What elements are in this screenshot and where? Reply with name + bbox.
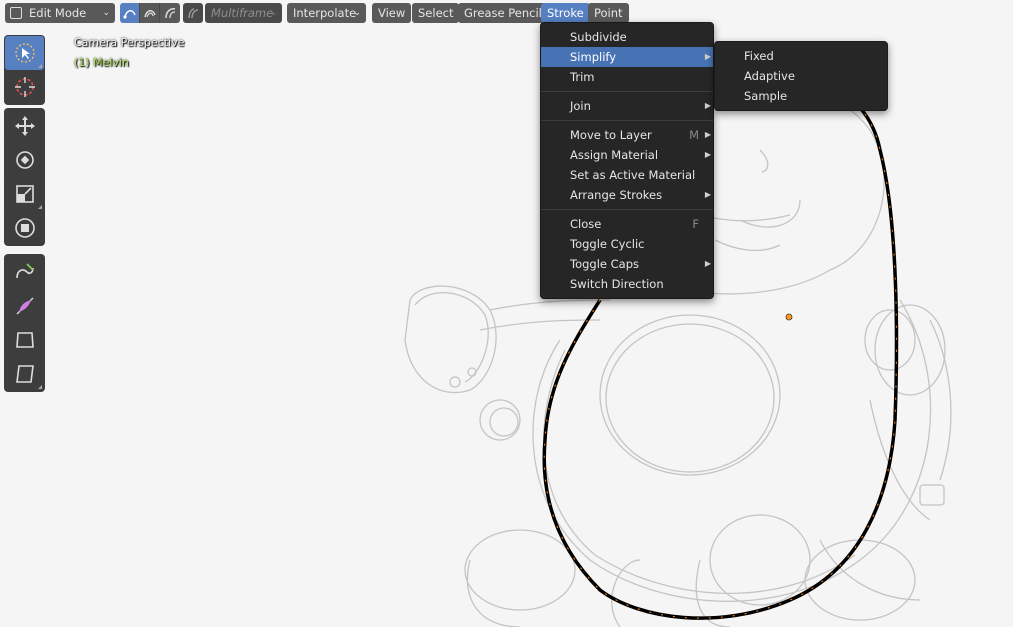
tool-variants-indicator [38,385,42,389]
menu-item-sample[interactable]: Sample [715,86,887,106]
multiframe-dropdown: Multiframe ⌄ [205,3,282,23]
mode-dropdown[interactable]: Edit Mode ⌄ [5,3,115,23]
chevron-down-icon: ⌄ [269,8,277,18]
menu-item-label: Set as Active Material [570,168,696,182]
scale-icon [15,185,34,203]
tool-rotate[interactable] [5,143,44,177]
edit-mode-icon [10,7,22,19]
camera-perspective-label: Camera Perspective [74,36,185,49]
select-box-icon [14,43,35,63]
toolbar-group-deform [4,254,45,392]
multiframe-toggle-group[interactable] [183,3,203,23]
segment-select-icon[interactable] [160,3,180,23]
menu-item-trim[interactable]: Trim [541,67,713,87]
menu-select[interactable]: Select [412,3,460,23]
menu-item-label: Join [570,99,591,113]
menu-item-label: Adaptive [744,69,795,83]
tool-variants-indicator [38,64,42,68]
menu-item-label: Fixed [744,49,774,63]
menu-item-adaptive[interactable]: Adaptive [715,66,887,86]
menu-stroke[interactable]: Stroke [541,3,590,23]
tool-to-sphere[interactable] [5,323,44,357]
menu-separator [541,120,713,121]
menu-item-toggle-cyclic[interactable]: Toggle Cyclic [541,234,713,254]
menu-item-label: Simplify [570,50,617,64]
menu-grease-pencil-label: Grease Pencil [464,6,542,20]
active-object-label: (1) Melvin [74,56,129,69]
tool-shear[interactable] [5,289,44,323]
transform-fill-icon [15,365,34,383]
menu-item-arrange-strokes[interactable]: Arrange Strokes ▶ [541,185,713,205]
menu-item-label: Move to Layer [570,128,652,142]
menu-item-label: Switch Direction [570,277,664,291]
tool-transform[interactable] [5,211,44,245]
menu-item-set-active-material[interactable]: Set as Active Material [541,165,713,185]
menu-item-label: Arrange Strokes [570,188,663,202]
multiframe-label: Multiframe [211,6,274,20]
submenu-arrow-icon: ▶ [704,150,711,159]
stroke-menu: Subdivide Simplify ▶ Trim Join ▶ Move to L… [540,22,714,299]
chevron-down-icon: ⌄ [353,8,361,18]
tool-cursor[interactable] [5,70,44,104]
simplify-submenu: Fixed Adaptive Sample [714,41,888,111]
submenu-arrow-icon: ▶ [704,190,711,199]
interpolate-dropdown[interactable]: Interpolate ⌄ [287,3,366,23]
menu-point-label: Point [594,6,623,20]
submenu-arrow-icon: ▶ [704,52,711,61]
toolbar-group-select [4,35,45,105]
menu-shortcut: F [692,217,699,231]
rotate-icon [15,151,34,169]
menu-separator [541,91,713,92]
menu-item-label: Assign Material [570,148,659,162]
points-select-icon[interactable] [120,3,140,23]
menu-shortcut: M [689,128,699,142]
shear-icon [16,297,33,315]
menu-view[interactable]: View [372,3,412,23]
menu-item-label: Sample [744,89,788,103]
menu-separator [541,209,713,210]
transform-icon [14,218,35,238]
menu-grease-pencil[interactable]: Grease Pencil [458,3,548,23]
menu-item-switch-direction[interactable]: Switch Direction [541,274,713,294]
stroke-select-icon[interactable] [140,3,160,23]
menu-item-join[interactable]: Join ▶ [541,96,713,116]
menu-item-subdivide[interactable]: Subdivide [541,27,713,47]
menu-item-simplify[interactable]: Simplify ▶ [541,47,713,67]
menu-item-assign-material[interactable]: Assign Material ▶ [541,145,713,165]
menu-item-toggle-caps[interactable]: Toggle Caps ▶ [541,254,713,274]
submenu-arrow-icon: ▶ [704,101,711,110]
to-sphere-icon [15,332,34,348]
menu-item-fixed[interactable]: Fixed [715,46,887,66]
menu-item-move-to-layer[interactable]: Move to Layer M ▶ [541,125,713,145]
tool-select-box[interactable] [5,36,44,70]
interpolate-label: Interpolate [293,6,357,20]
submenu-arrow-icon: ▶ [704,130,711,139]
bend-icon [15,263,34,279]
menu-item-label: Subdivide [570,30,627,44]
select-mode-group[interactable] [120,3,180,23]
mode-label: Edit Mode [29,6,87,20]
multiframe-icon[interactable] [183,3,203,23]
menu-item-close[interactable]: Close F [541,214,713,234]
menu-point[interactable]: Point [588,3,629,23]
tool-move[interactable] [5,109,44,143]
cursor-icon [14,77,35,97]
menu-item-label: Close [570,217,602,231]
submenu-arrow-icon: ▶ [704,259,711,268]
tool-scale[interactable] [5,177,44,211]
menu-stroke-label: Stroke [547,6,584,20]
toolbar-group-transform [4,108,45,246]
menu-item-label: Trim [570,70,595,84]
menu-select-label: Select [418,6,454,20]
menu-view-label: View [378,6,406,20]
tool-bend[interactable] [5,255,44,289]
tool-variants-indicator [38,205,42,209]
menu-item-label: Toggle Caps [570,257,639,271]
object-origin[interactable] [785,313,793,321]
chevron-down-icon: ⌄ [102,8,110,18]
move-icon [14,116,35,136]
tool-transform-fill[interactable] [5,357,44,391]
menu-item-label: Toggle Cyclic [570,237,645,251]
